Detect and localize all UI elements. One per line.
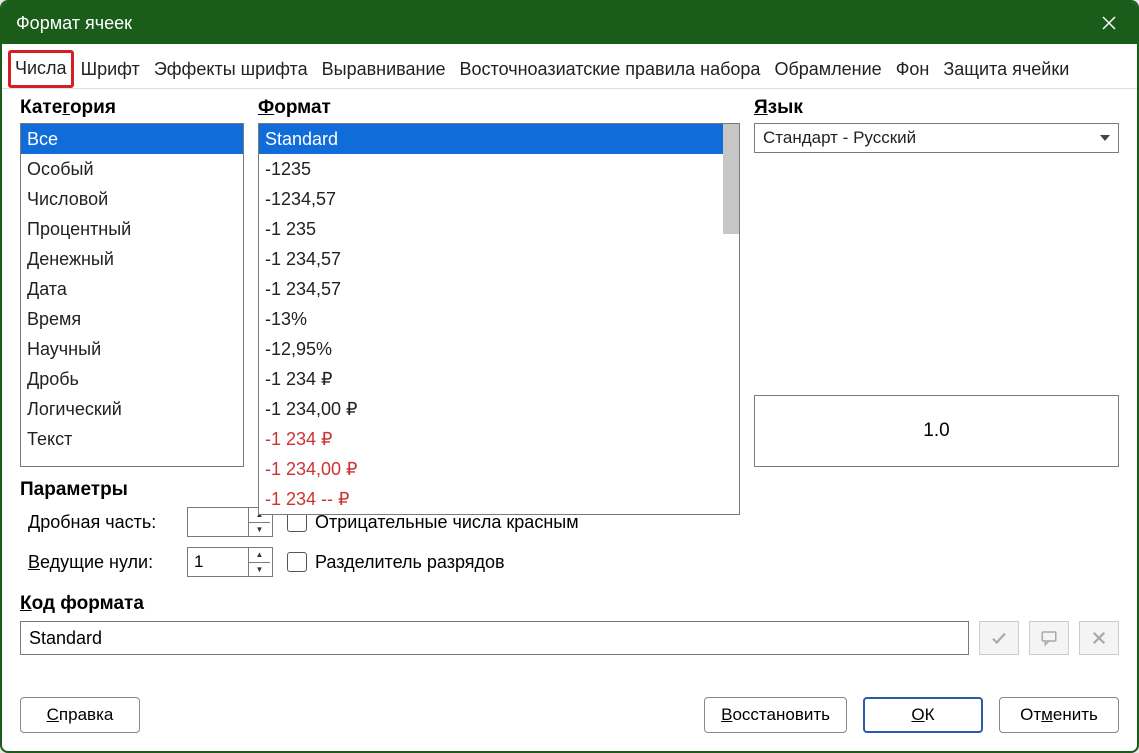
tab-0[interactable]: Числа	[8, 50, 74, 88]
ok-button[interactable]: ОК	[863, 697, 983, 733]
format-label: Формат	[258, 97, 740, 119]
category-item[interactable]: Дробь	[21, 364, 243, 394]
category-item[interactable]: Научный	[21, 334, 243, 364]
help-button[interactable]: Справка	[20, 697, 140, 733]
chevron-down-icon	[1100, 135, 1110, 141]
format-item[interactable]: -12,95%	[259, 334, 739, 364]
apply-format-button[interactable]	[979, 621, 1019, 655]
thousands-sep-label: Разделитель разрядов	[315, 552, 505, 573]
tab-2[interactable]: Эффекты шрифта	[147, 50, 315, 88]
category-label: Категория	[20, 97, 244, 119]
tab-4[interactable]: Восточноазиатские правила набора	[453, 50, 768, 88]
category-item[interactable]: Числовой	[21, 184, 243, 214]
format-item[interactable]: -1 234,57	[259, 244, 739, 274]
category-item[interactable]: Дата	[21, 274, 243, 304]
format-code-label: Код формата	[20, 593, 1119, 615]
category-item[interactable]: Логический	[21, 394, 243, 424]
decimal-input[interactable]	[188, 508, 248, 536]
category-item[interactable]: Время	[21, 304, 243, 334]
format-code-input[interactable]	[20, 621, 969, 655]
close-icon[interactable]	[1095, 9, 1123, 37]
tab-bar: ЧислаШрифтЭффекты шрифтаВыравниваниеВост…	[2, 44, 1137, 89]
language-select[interactable]: Стандарт - Русский	[754, 123, 1119, 153]
leading-input[interactable]	[188, 548, 248, 576]
format-item[interactable]: -1 234,00 ₽	[259, 394, 739, 424]
dialog-footer: Справка Восстановить ОК Отменить	[2, 681, 1137, 751]
format-list[interactable]: Standard-1235-1234,57-1 235-1 234,57-1 2…	[258, 123, 740, 515]
leading-spinner[interactable]: ▲▼	[187, 547, 273, 577]
tab-1[interactable]: Шрифт	[74, 50, 147, 88]
format-item[interactable]: -1235	[259, 154, 739, 184]
spinner-down-icon[interactable]: ▼	[249, 563, 270, 577]
format-item[interactable]: -1 234,57	[259, 274, 739, 304]
category-item[interactable]: Денежный	[21, 244, 243, 274]
comment-format-button[interactable]	[1029, 621, 1069, 655]
preview-value: 1.0	[923, 420, 949, 442]
format-item[interactable]: -1 234,00 ₽	[259, 454, 739, 484]
spinner-down-icon[interactable]: ▼	[249, 523, 270, 537]
spinner-up-icon[interactable]: ▲	[249, 548, 270, 563]
language-label: Язык	[754, 97, 1119, 119]
format-item[interactable]: -1234,57	[259, 184, 739, 214]
category-item[interactable]: Процентный	[21, 214, 243, 244]
leading-zeros-label: Ведущие нули:	[28, 552, 173, 573]
format-item[interactable]: -13%	[259, 304, 739, 334]
titlebar: Формат ячеек	[2, 2, 1137, 44]
decimal-label: Дробная часть:	[28, 512, 173, 533]
language-value: Стандарт - Русский	[763, 128, 916, 148]
dialog-title: Формат ячеек	[16, 13, 1095, 34]
thousands-sep-checkbox[interactable]	[287, 552, 307, 572]
format-item[interactable]: -1 234 -- ₽	[259, 484, 739, 514]
tab-3[interactable]: Выравнивание	[315, 50, 453, 88]
category-list[interactable]: ВсеОсобыйЧисловойПроцентныйДенежныйДатаВ…	[20, 123, 244, 467]
format-item[interactable]: -1 235	[259, 214, 739, 244]
tab-content: Категория ВсеОсобыйЧисловойПроцентныйДен…	[2, 89, 1137, 681]
restore-button[interactable]: Восстановить	[704, 697, 847, 733]
preview-box: 1.0	[754, 395, 1119, 467]
category-item[interactable]: Все	[21, 124, 243, 154]
format-cells-dialog: Формат ячеек ЧислаШрифтЭффекты шрифтаВыр…	[0, 0, 1139, 753]
delete-format-button[interactable]	[1079, 621, 1119, 655]
negative-red-checkbox[interactable]	[287, 512, 307, 532]
cancel-button[interactable]: Отменить	[999, 697, 1119, 733]
format-item[interactable]: -1 234 ₽	[259, 424, 739, 454]
category-item[interactable]: Текст	[21, 424, 243, 454]
tab-5[interactable]: Обрамление	[767, 50, 888, 88]
scrollbar-thumb[interactable]	[723, 124, 739, 234]
category-item[interactable]: Особый	[21, 154, 243, 184]
format-item[interactable]: Standard	[259, 124, 739, 154]
format-item[interactable]: -1 234 ₽	[259, 364, 739, 394]
tab-7[interactable]: Защита ячейки	[936, 50, 1076, 88]
tab-6[interactable]: Фон	[889, 50, 937, 88]
